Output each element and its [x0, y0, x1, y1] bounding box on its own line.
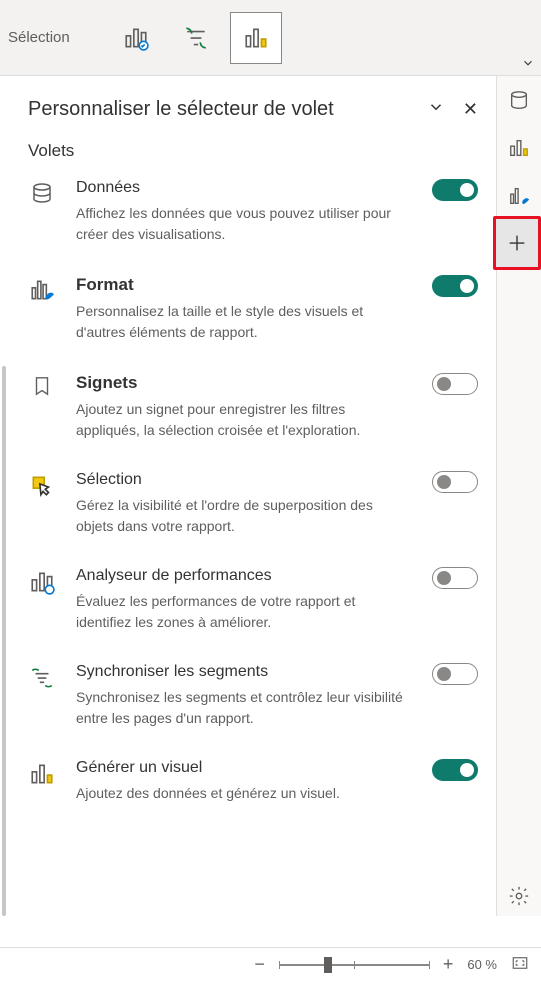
zoom-out-button[interactable]: −	[254, 954, 265, 975]
pane-genvisual-label: Générer un visuel	[76, 759, 404, 777]
build-visual-toolbar-icon[interactable]	[230, 12, 282, 64]
pane-format-desc: Personnalisez la taille et le style des …	[76, 301, 404, 343]
scroll-indicator[interactable]	[2, 366, 6, 916]
pane-item-selection: Sélection Gérez la visibilité et l'ordre…	[28, 471, 478, 537]
pane-item-genvisual: Générer un visuel Ajoutez des données et…	[28, 759, 478, 804]
rail-add-pane-highlighted[interactable]	[493, 216, 541, 270]
pane-item-perf: Analyseur de performances Évaluez les pe…	[28, 567, 478, 633]
toggle-genvisual[interactable]	[432, 759, 478, 781]
pane-switcher-panel: Personnaliser le sélecteur de volet ✕ Vo…	[0, 76, 496, 891]
toggle-format[interactable]	[432, 275, 478, 297]
format-icon	[28, 277, 56, 303]
bottom-status-bar: − + 60 %	[0, 947, 541, 981]
pane-sync-desc: Synchronisez les segments et contrôlez l…	[76, 687, 404, 729]
sync-icon	[28, 665, 56, 691]
toggle-data[interactable]	[432, 179, 478, 201]
pane-item-format: Format Personnalisez la taille et le sty…	[28, 275, 478, 343]
close-icon[interactable]: ✕	[463, 99, 478, 120]
toolbar-icons	[110, 12, 282, 64]
pane-bookmarks-desc: Ajoutez un signet pour enregistrer les f…	[76, 399, 404, 441]
panel-title: Personnaliser le sélecteur de volet	[28, 98, 334, 121]
rail-build-visual-icon[interactable]	[503, 132, 535, 164]
rail-format-icon[interactable]	[503, 180, 535, 212]
perf-analyzer-toolbar-icon[interactable]	[110, 12, 162, 64]
selection-icon	[28, 473, 56, 499]
toggle-bookmarks[interactable]	[432, 373, 478, 395]
top-toolbar: Sélection	[0, 0, 541, 76]
perf-icon	[28, 569, 56, 595]
toolbar-selection-label: Sélection	[8, 29, 70, 46]
toggle-sync[interactable]	[432, 663, 478, 685]
pane-item-bookmarks: Signets Ajoutez un signet pour enregistr…	[28, 373, 478, 441]
pane-data-desc: Affichez les données que vous pouvez uti…	[76, 203, 404, 245]
genvisual-icon	[28, 761, 56, 787]
right-rail	[496, 76, 541, 916]
panes-section-title: Volets	[28, 141, 478, 161]
pane-perf-label: Analyseur de performances	[76, 567, 404, 585]
sync-slicers-toolbar-icon[interactable]	[170, 12, 222, 64]
collapse-chevron-icon[interactable]	[427, 98, 445, 121]
pane-bookmarks-label: Signets	[76, 373, 404, 393]
plus-icon	[506, 232, 528, 254]
pane-list: Données Affichez les données que vous po…	[28, 179, 478, 804]
panel-header: Personnaliser le sélecteur de volet ✕	[28, 98, 478, 121]
pane-perf-desc: Évaluez les performances de votre rappor…	[76, 591, 404, 633]
toggle-perf[interactable]	[432, 567, 478, 589]
fit-to-page-icon[interactable]	[511, 954, 529, 975]
zoom-percent-label: 60 %	[467, 957, 497, 972]
data-icon	[28, 181, 56, 205]
zoom-in-button[interactable]: +	[443, 954, 454, 975]
bookmarks-icon	[28, 375, 56, 397]
pane-sync-label: Synchroniser les segments	[76, 663, 404, 681]
pane-data-label: Données	[76, 179, 404, 197]
toolbar-chevron-down-icon[interactable]	[521, 56, 535, 75]
pane-genvisual-desc: Ajoutez des données et générez un visuel…	[76, 783, 404, 804]
toggle-selection[interactable]	[432, 471, 478, 493]
zoom-slider[interactable]	[279, 964, 429, 966]
pane-item-sync: Synchroniser les segments Synchronisez l…	[28, 663, 478, 729]
pane-selection-desc: Gérez la visibilité et l'ordre de superp…	[76, 495, 404, 537]
rail-settings-gear-icon[interactable]	[503, 880, 535, 912]
pane-selection-label: Sélection	[76, 471, 404, 489]
pane-format-label: Format	[76, 275, 404, 295]
pane-item-data: Données Affichez les données que vous po…	[28, 179, 478, 245]
rail-data-icon[interactable]	[503, 84, 535, 116]
